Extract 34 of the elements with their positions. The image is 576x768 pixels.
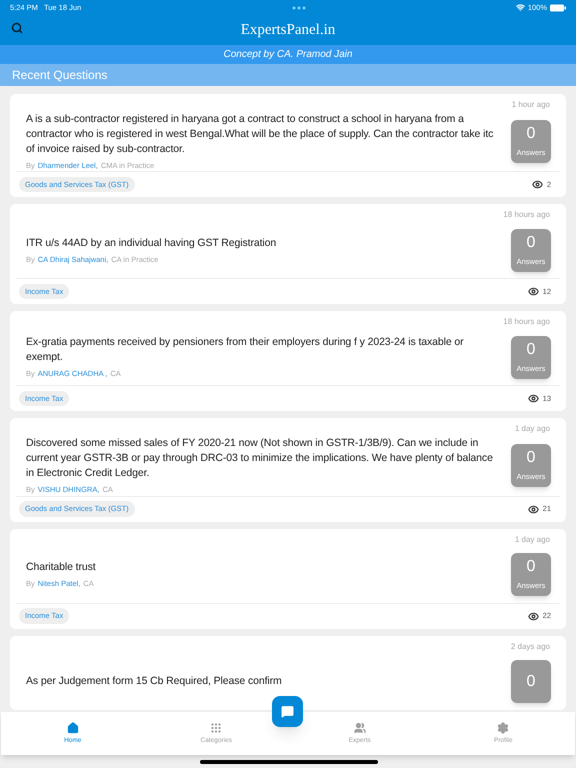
new-question-button[interactable] <box>272 696 303 727</box>
wifi-icon <box>516 3 525 12</box>
time-ago: 18 hours ago <box>503 209 550 222</box>
chat-icon <box>281 705 294 718</box>
people-icon <box>354 722 366 734</box>
section-title: Recent Questions <box>12 67 108 84</box>
eye-icon <box>532 179 543 190</box>
time-ago: 1 hour ago <box>512 99 550 111</box>
question-card[interactable] <box>10 94 566 198</box>
concept-text: Concept by CA. Pramod Jain <box>224 48 352 62</box>
search-button[interactable] <box>10 21 24 35</box>
time-ago: 1 day ago <box>514 534 550 546</box>
question-text: ITR u/s 44AD by an individual having GST Registration <box>26 236 278 251</box>
eye-icon <box>528 393 539 404</box>
question-card[interactable] <box>10 418 566 522</box>
settings-icon <box>497 722 510 734</box>
time-ago: 18 hours ago <box>503 316 550 328</box>
home-icon <box>66 722 79 734</box>
question-text: Discovered some missed sales of FY 2020-21 now (Not shown in GSTR-1/3B/9). Can we include in current year GSTR-3B or pay through DRC-03 to minimize the implications. We have plenty of balance in Electronic Credit Ledger. <box>26 436 494 482</box>
app-title: ExpertsPanel.in <box>240 20 336 40</box>
question-text: A is a sub-contractor registered in haryana got a contract to construct a school in haryana from a contractor who is registered in west Bengal.What will be the place of supply. Can the contractor take itc of invoice raised by sub-contractor. <box>26 112 494 157</box>
question-text: Charitable trust <box>26 560 97 575</box>
more-dots-icon <box>292 6 306 10</box>
question-text: As per Judgement form 15 Cb Required, Please confirm <box>26 674 283 689</box>
question-text: Ex-gratia payments received by pensioners from their employers during f y 2023-24 is taxable or exempt. <box>26 335 465 366</box>
grid-icon <box>210 722 222 734</box>
time-ago: 2 days ago <box>510 640 550 653</box>
eye-icon <box>528 286 539 298</box>
eye-icon <box>528 610 539 622</box>
battery-icon <box>550 4 566 12</box>
answers-count: 0 <box>511 660 551 703</box>
time-ago: 1 day ago <box>514 423 550 436</box>
eye-icon <box>528 504 539 514</box>
question-card[interactable]: 2 days ago As per Judgement form 15 Cb Required, Please confirm 0 <box>10 636 566 710</box>
